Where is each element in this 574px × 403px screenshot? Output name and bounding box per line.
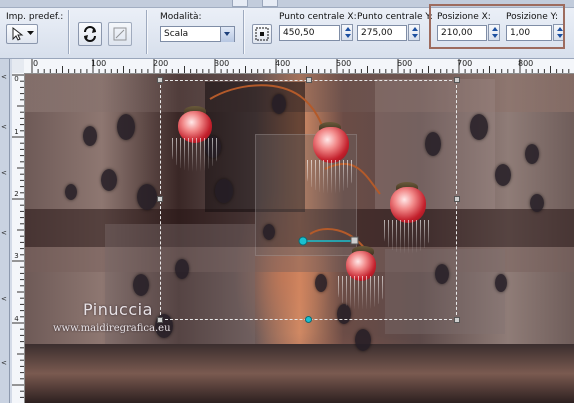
deform-icon [113, 27, 127, 41]
dock-arrow-icon[interactable]: < [1, 169, 7, 177]
mode-value: Scala [164, 29, 189, 39]
ruler-label: 4 [14, 315, 19, 323]
center-y-label: Punto centrale Y: [357, 12, 433, 22]
horizontal-ruler[interactable]: 0 100 200 300 400 500 600 700 800 [24, 59, 574, 74]
center-y-spinner[interactable] [408, 24, 420, 41]
chevron-down-icon[interactable] [220, 27, 234, 42]
dock-arrow-icon[interactable]: < [1, 73, 7, 81]
watermark-url: www.maidiregrafica.eu [53, 323, 171, 334]
image-canvas[interactable]: Pinuccia www.maidiregrafica.eu [25, 74, 574, 403]
ruler-label: 2 [14, 190, 19, 198]
ruler-label: 1 [14, 128, 19, 136]
ruler-label: 700 [457, 59, 473, 68]
chevron-down-icon [27, 31, 34, 35]
mode-label: Modalità: [160, 12, 202, 22]
center-x-input[interactable]: 450,50 [279, 25, 340, 41]
left-tool-dock: < < < < < < [0, 59, 10, 403]
center-x-label: Punto centrale X: [279, 12, 357, 22]
reset-button[interactable] [78, 22, 102, 46]
ruler-label: 0 [33, 59, 39, 68]
preset-label: Imp. predef.: [6, 12, 64, 22]
position-highlight-box [429, 4, 565, 49]
center-y-input[interactable]: 275,00 [357, 25, 407, 41]
apply-button[interactable] [108, 22, 132, 46]
mode-select[interactable]: Scala [160, 26, 235, 42]
bottom-center-handle[interactable] [305, 316, 312, 323]
corner-handle[interactable] [157, 77, 163, 83]
ruler-ticks [31, 59, 570, 73]
center-x-spinner[interactable] [341, 24, 353, 41]
rotation-handle[interactable] [295, 234, 365, 248]
preset-dropdown[interactable] [6, 24, 38, 44]
ruler-label: 3 [14, 252, 19, 260]
corner-handle[interactable] [454, 317, 460, 323]
ruler-label: 400 [275, 59, 291, 68]
ruler-label: 100 [91, 59, 107, 68]
side-handle[interactable] [157, 196, 163, 202]
center-point-button[interactable] [252, 24, 272, 44]
toolbar-separator [68, 10, 69, 54]
ruler-label: 0 [14, 75, 19, 83]
ruler-label: 300 [214, 59, 230, 68]
ruler-ticks [12, 74, 24, 398]
ruler-label: 200 [153, 59, 169, 68]
side-handle[interactable] [306, 77, 312, 83]
dock-arrow-icon[interactable]: < [1, 123, 7, 131]
ruler-label: 800 [518, 59, 534, 68]
dock-arrow-icon[interactable]: < [1, 229, 7, 237]
palette-tab[interactable] [232, 0, 248, 7]
watermark-name: Pinuccia [83, 300, 153, 319]
tool-options-palette: Imp. predef.: Modalità: Scala Punto cent… [0, 0, 574, 59]
dock-arrow-icon[interactable]: < [1, 359, 7, 367]
center-target-icon [255, 27, 269, 41]
side-handle[interactable] [454, 196, 460, 202]
palette-tab[interactable] [262, 0, 278, 7]
corner-handle[interactable] [454, 77, 460, 83]
ruler-label: 500 [336, 59, 352, 68]
toolbar-separator [243, 10, 244, 54]
pointer-arrow-icon [12, 27, 24, 41]
toolbar-separator [146, 10, 147, 54]
vertical-ruler[interactable]: 0 1 2 3 4 [12, 73, 25, 403]
reset-arrows-icon [84, 26, 96, 42]
deform-selection-box[interactable] [157, 77, 460, 323]
ruler-label: 600 [397, 59, 413, 68]
dock-arrow-icon[interactable]: < [1, 295, 7, 303]
